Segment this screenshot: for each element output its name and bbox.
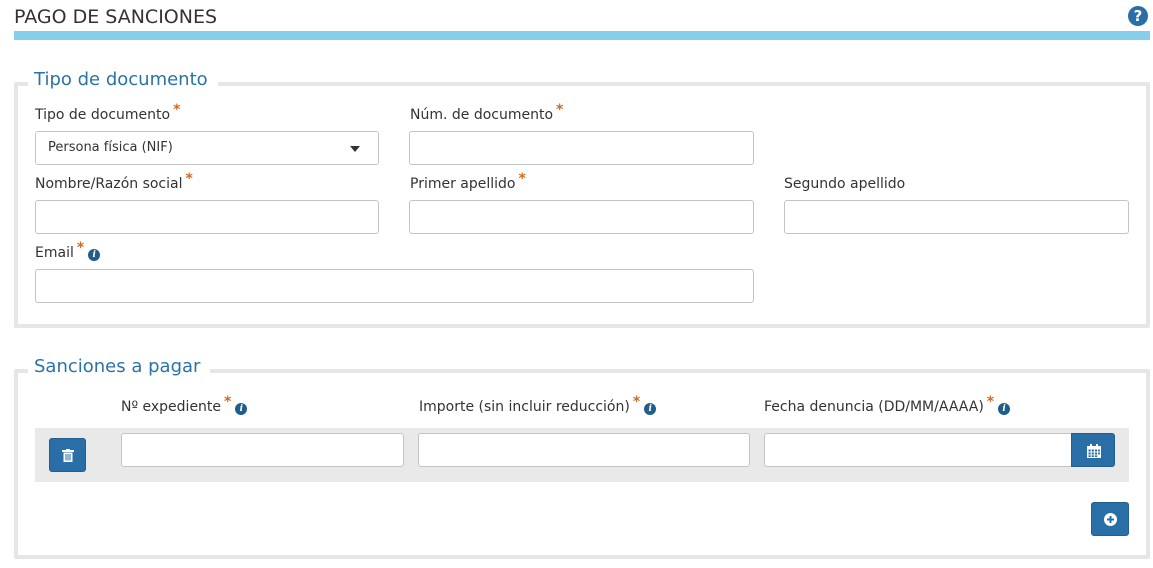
info-icon[interactable]: i	[644, 403, 657, 415]
col-amount-label: Importe (sin incluir reducción) * i	[419, 394, 657, 415]
date-input[interactable]	[764, 433, 1074, 467]
chevron-down-icon	[350, 146, 360, 152]
plus-circle-icon	[1104, 513, 1117, 526]
doc-type-selected-value: Persona física (NIF)	[48, 140, 173, 155]
info-icon[interactable]: i	[998, 403, 1011, 415]
sanctions-legend: Sanciones a pagar	[28, 356, 211, 378]
col-date-label: Fecha denuncia (DD/MM/AAAA) * i	[764, 394, 1011, 415]
delete-row-button[interactable]	[49, 438, 86, 472]
question-circle-icon[interactable]: ?	[1128, 6, 1148, 26]
amount-input[interactable]	[418, 433, 750, 467]
name-input[interactable]	[35, 200, 379, 234]
second-surname-input[interactable]	[784, 200, 1129, 234]
page-header: PAGO DE SANCIONES ?	[14, 0, 1150, 40]
email-input[interactable]	[35, 269, 754, 303]
first-surname-input[interactable]	[409, 200, 754, 234]
col-file-number-label: Nº expediente * i	[121, 394, 248, 415]
page-title: PAGO DE SANCIONES	[14, 6, 218, 28]
first-surname-label: Primer apellido *	[410, 171, 526, 192]
calendar-button[interactable]	[1071, 433, 1115, 467]
document-legend: Tipo de documento	[28, 69, 218, 91]
info-icon[interactable]: i	[235, 403, 248, 415]
add-row-button[interactable]	[1091, 502, 1129, 536]
name-label: Nombre/Razón social *	[35, 171, 193, 192]
doc-number-label: Núm. de documento *	[410, 102, 564, 123]
info-icon[interactable]: i	[88, 249, 101, 261]
file-number-input[interactable]	[121, 433, 404, 467]
calendar-icon	[1087, 444, 1101, 458]
email-label: Email * i	[35, 240, 101, 261]
doc-type-label: Tipo de documento *	[35, 102, 181, 123]
doc-number-input[interactable]	[409, 131, 754, 165]
doc-type-select[interactable]: Persona física (NIF)	[35, 131, 379, 165]
second-surname-label: Segundo apellido	[784, 176, 906, 192]
trash-icon	[62, 449, 74, 462]
